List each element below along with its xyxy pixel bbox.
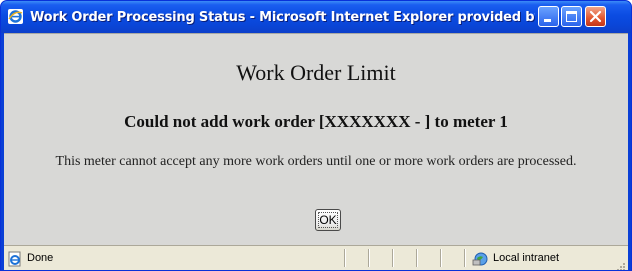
resize-grip[interactable] (616, 259, 626, 270)
title-bar[interactable]: Work Order Processing Status - Microsoft… (1, 1, 631, 33)
status-text: Done (27, 252, 54, 264)
status-divider (368, 249, 370, 267)
security-zone-label: Local intranet (493, 252, 560, 264)
window-title: Work Order Processing Status - Microsoft… (30, 10, 535, 25)
intranet-icon (472, 250, 489, 267)
maximize-icon (566, 11, 577, 22)
page-content: Work Order Limit Could not add work orde… (4, 33, 628, 245)
browser-window: Work Order Processing Status - Microsoft… (0, 0, 632, 271)
status-divider (392, 249, 394, 267)
status-divider (464, 249, 466, 267)
error-message: This meter cannot accept any more work o… (55, 154, 577, 169)
maximize-button[interactable] (561, 6, 582, 27)
status-divider (344, 249, 346, 267)
ok-button[interactable]: OK (315, 209, 341, 231)
status-divider (416, 249, 418, 267)
page-heading: Work Order Limit (236, 60, 396, 85)
close-icon (589, 10, 602, 23)
minimize-icon (544, 19, 551, 22)
ie-icon (7, 8, 24, 25)
close-button[interactable] (585, 6, 606, 27)
status-divider (440, 249, 442, 267)
status-bar: Done Local intranet (4, 245, 628, 270)
error-subheading: Could not add work order [XXXXXXX - ] to… (124, 112, 508, 131)
minimize-button[interactable] (538, 6, 559, 27)
page-done-icon (7, 251, 23, 267)
